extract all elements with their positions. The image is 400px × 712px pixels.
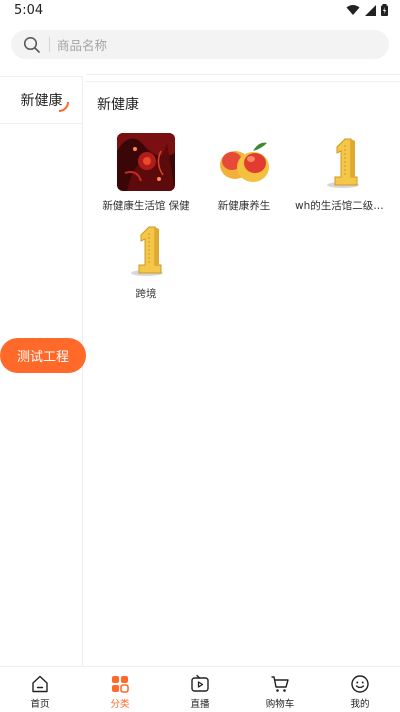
nav-item-home[interactable]: 首页 [0,667,80,712]
search-bar[interactable]: 商品名称 [11,30,389,59]
nav-item-cart[interactable]: 购物车 [240,667,320,712]
sidebar-item-active[interactable]: 新健康 [0,76,83,124]
status-bar: 5:04 [0,0,400,24]
category-icon [112,676,129,693]
signal-icon [365,4,376,16]
nav-label: 首页 [30,699,50,710]
status-time: 5:04 [14,3,44,18]
nav-label: 直播 [190,699,210,710]
category-screen: 5:04 商品名称 新健康 测试工程 新健康 新健康生活馆 保健 新健康养生 w… [0,0,400,712]
search-icon [23,36,40,53]
subcategory-image [117,133,175,191]
subcategory-item[interactable]: wh的生活馆二级类目 [293,133,391,213]
nav-item-profile[interactable]: 我的 [320,667,400,712]
nav-label: 购物车 [265,699,295,710]
nav-item-live[interactable]: 直播 [160,667,240,712]
nav-label: 分类 [110,699,130,710]
nav-label: 我的 [350,699,370,710]
bottom-nav: 首页 分类 直播 购物车 我的 [0,666,400,712]
subcategory-image [313,133,371,191]
section-title: 新健康 [97,97,139,113]
subcategory-label: 跨境 [135,288,157,300]
live-icon [191,674,209,692]
subcategory-image [215,133,273,191]
search-divider [49,37,50,52]
subcategory-item[interactable]: 新健康养生 [195,133,293,213]
home-icon [32,675,48,693]
profile-icon [351,675,369,693]
subcategory-image [117,221,175,279]
nav-item-category[interactable]: 分类 [80,667,160,712]
search-input[interactable]: 商品名称 [57,35,107,54]
subcategory-label: 新健康养生 [217,200,271,212]
subcategory-label: 新健康生活馆 保健 [102,200,190,212]
sidebar-item-label: 新健康 [20,93,63,109]
status-icons [346,4,388,16]
subcategory-item[interactable]: 跨境 [97,221,195,301]
cart-icon [271,676,289,692]
battery-icon [381,4,388,16]
test-project-button[interactable]: 测试工程 [0,338,86,373]
subcategory-item[interactable]: 新健康生活馆 保健 [97,133,195,213]
subcategory-label: wh的生活馆二级类目 [295,200,391,212]
active-indicator-icon [59,102,69,112]
content-header-divider [86,74,400,82]
wifi-icon [346,5,360,15]
